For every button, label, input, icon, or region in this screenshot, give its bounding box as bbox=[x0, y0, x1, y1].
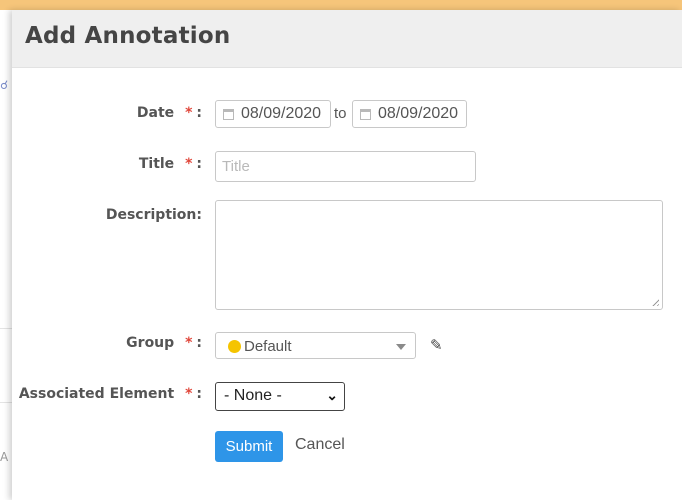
pencil-icon[interactable]: ✎ bbox=[430, 336, 443, 354]
required-marker: * bbox=[185, 335, 193, 351]
group-selected-value: Default bbox=[244, 338, 292, 355]
title-label-text: Title bbox=[138, 156, 175, 172]
start-date-value: 08/09/2020 bbox=[241, 105, 322, 122]
description-label: Description: bbox=[105, 207, 202, 223]
cancel-button[interactable]: Cancel bbox=[295, 436, 345, 454]
calendar-icon bbox=[360, 109, 371, 120]
background-text-fragment: A bbox=[0, 450, 9, 464]
end-date-field[interactable]: 08/09/2020 bbox=[352, 100, 467, 128]
end-date-value: 08/09/2020 bbox=[378, 105, 459, 122]
title-label: Title *: bbox=[139, 156, 202, 172]
group-color-dot bbox=[228, 340, 241, 353]
group-label-text: Group bbox=[126, 335, 175, 351]
chevron-down-icon bbox=[396, 344, 406, 350]
dialog-title: Add Annotation bbox=[25, 23, 231, 49]
background-divider bbox=[0, 402, 12, 403]
date-label: Date *: bbox=[137, 105, 202, 121]
background-divider bbox=[0, 328, 12, 329]
date-range-separator: to bbox=[334, 105, 347, 122]
dialog-header: Add Annotation bbox=[12, 10, 682, 68]
title-input[interactable] bbox=[215, 151, 476, 182]
background-icon-fragment: ☌ bbox=[0, 78, 9, 92]
submit-button[interactable]: Submit bbox=[215, 431, 283, 462]
associated-element-label: Associated Element *: bbox=[19, 386, 202, 402]
required-marker: * bbox=[185, 105, 193, 121]
associated-element-select[interactable]: - None - ⌄ bbox=[215, 382, 345, 411]
add-annotation-dialog: Add Annotation Date *: 08/09/2020 to 08/… bbox=[12, 10, 682, 500]
description-textarea[interactable] bbox=[215, 200, 663, 310]
associated-element-label-text: Associated Element bbox=[18, 386, 175, 402]
label-colon: : bbox=[196, 386, 202, 402]
background-page-edge: ☌ A bbox=[0, 10, 12, 500]
group-select[interactable]: Default bbox=[215, 332, 416, 359]
chevron-down-icon: ⌄ bbox=[326, 387, 338, 403]
background-top-strip bbox=[0, 0, 682, 10]
label-colon: : bbox=[196, 156, 202, 172]
date-label-text: Date bbox=[136, 105, 175, 121]
group-label: Group *: bbox=[126, 335, 202, 351]
start-date-field[interactable]: 08/09/2020 bbox=[215, 100, 331, 128]
required-marker: * bbox=[185, 156, 193, 172]
calendar-icon bbox=[223, 109, 234, 120]
required-marker: * bbox=[185, 386, 193, 402]
associated-element-selected-value: - None - bbox=[224, 387, 282, 404]
label-colon: : bbox=[196, 105, 202, 121]
label-colon: : bbox=[196, 335, 202, 351]
